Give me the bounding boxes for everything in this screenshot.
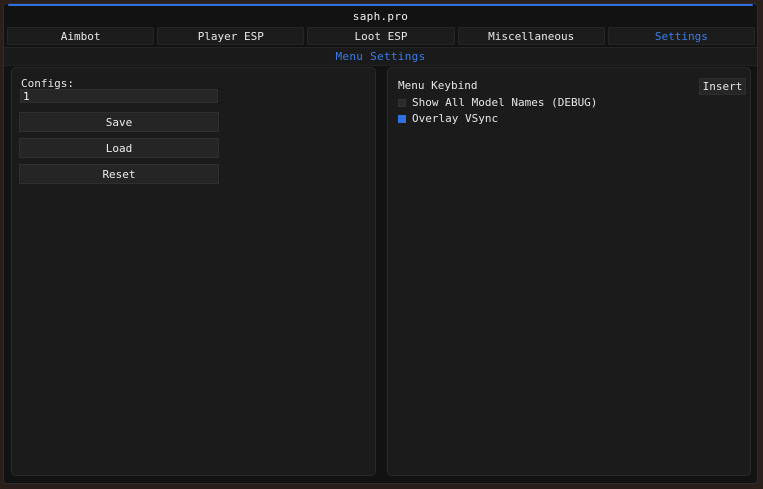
tab-settings[interactable]: Settings — [607, 27, 756, 45]
reset-button[interactable]: Reset — [19, 164, 219, 184]
tab-bar: Aimbot Player ESP Loot ESP Miscellaneous… — [7, 27, 756, 45]
menu-keybind-label: Menu Keybind — [398, 79, 478, 92]
checkbox-checked-icon[interactable] — [398, 114, 406, 123]
option-overlay-vsync[interactable]: Overlay VSync — [398, 112, 498, 125]
tab-aimbot[interactable]: Aimbot — [7, 27, 155, 45]
save-button[interactable]: Save — [19, 112, 219, 132]
tab-loot-esp[interactable]: Loot ESP — [307, 27, 455, 45]
option-label: Show All Model Names (DEBUG) — [412, 96, 598, 109]
menu-keybind-button[interactable]: Insert — [699, 78, 746, 95]
section-title: Menu Settings — [4, 47, 757, 66]
configs-panel: Configs: Save Load Reset — [11, 67, 376, 476]
option-show-model-names[interactable]: Show All Model Names (DEBUG) — [398, 96, 597, 109]
tab-miscellaneous[interactable]: Miscellaneous — [457, 27, 605, 45]
config-name-input[interactable] — [20, 89, 218, 103]
window-title: saph.pro — [352, 10, 409, 23]
main-window: saph.pro Aimbot Player ESP Loot ESP Misc… — [3, 3, 758, 484]
checkbox-unchecked-icon[interactable] — [398, 98, 406, 107]
menu-settings-panel: Menu Keybind Insert Show All Model Names… — [387, 67, 751, 476]
tab-player-esp[interactable]: Player ESP — [157, 27, 305, 45]
option-label: Overlay VSync — [412, 112, 499, 125]
load-button[interactable]: Load — [19, 138, 219, 158]
